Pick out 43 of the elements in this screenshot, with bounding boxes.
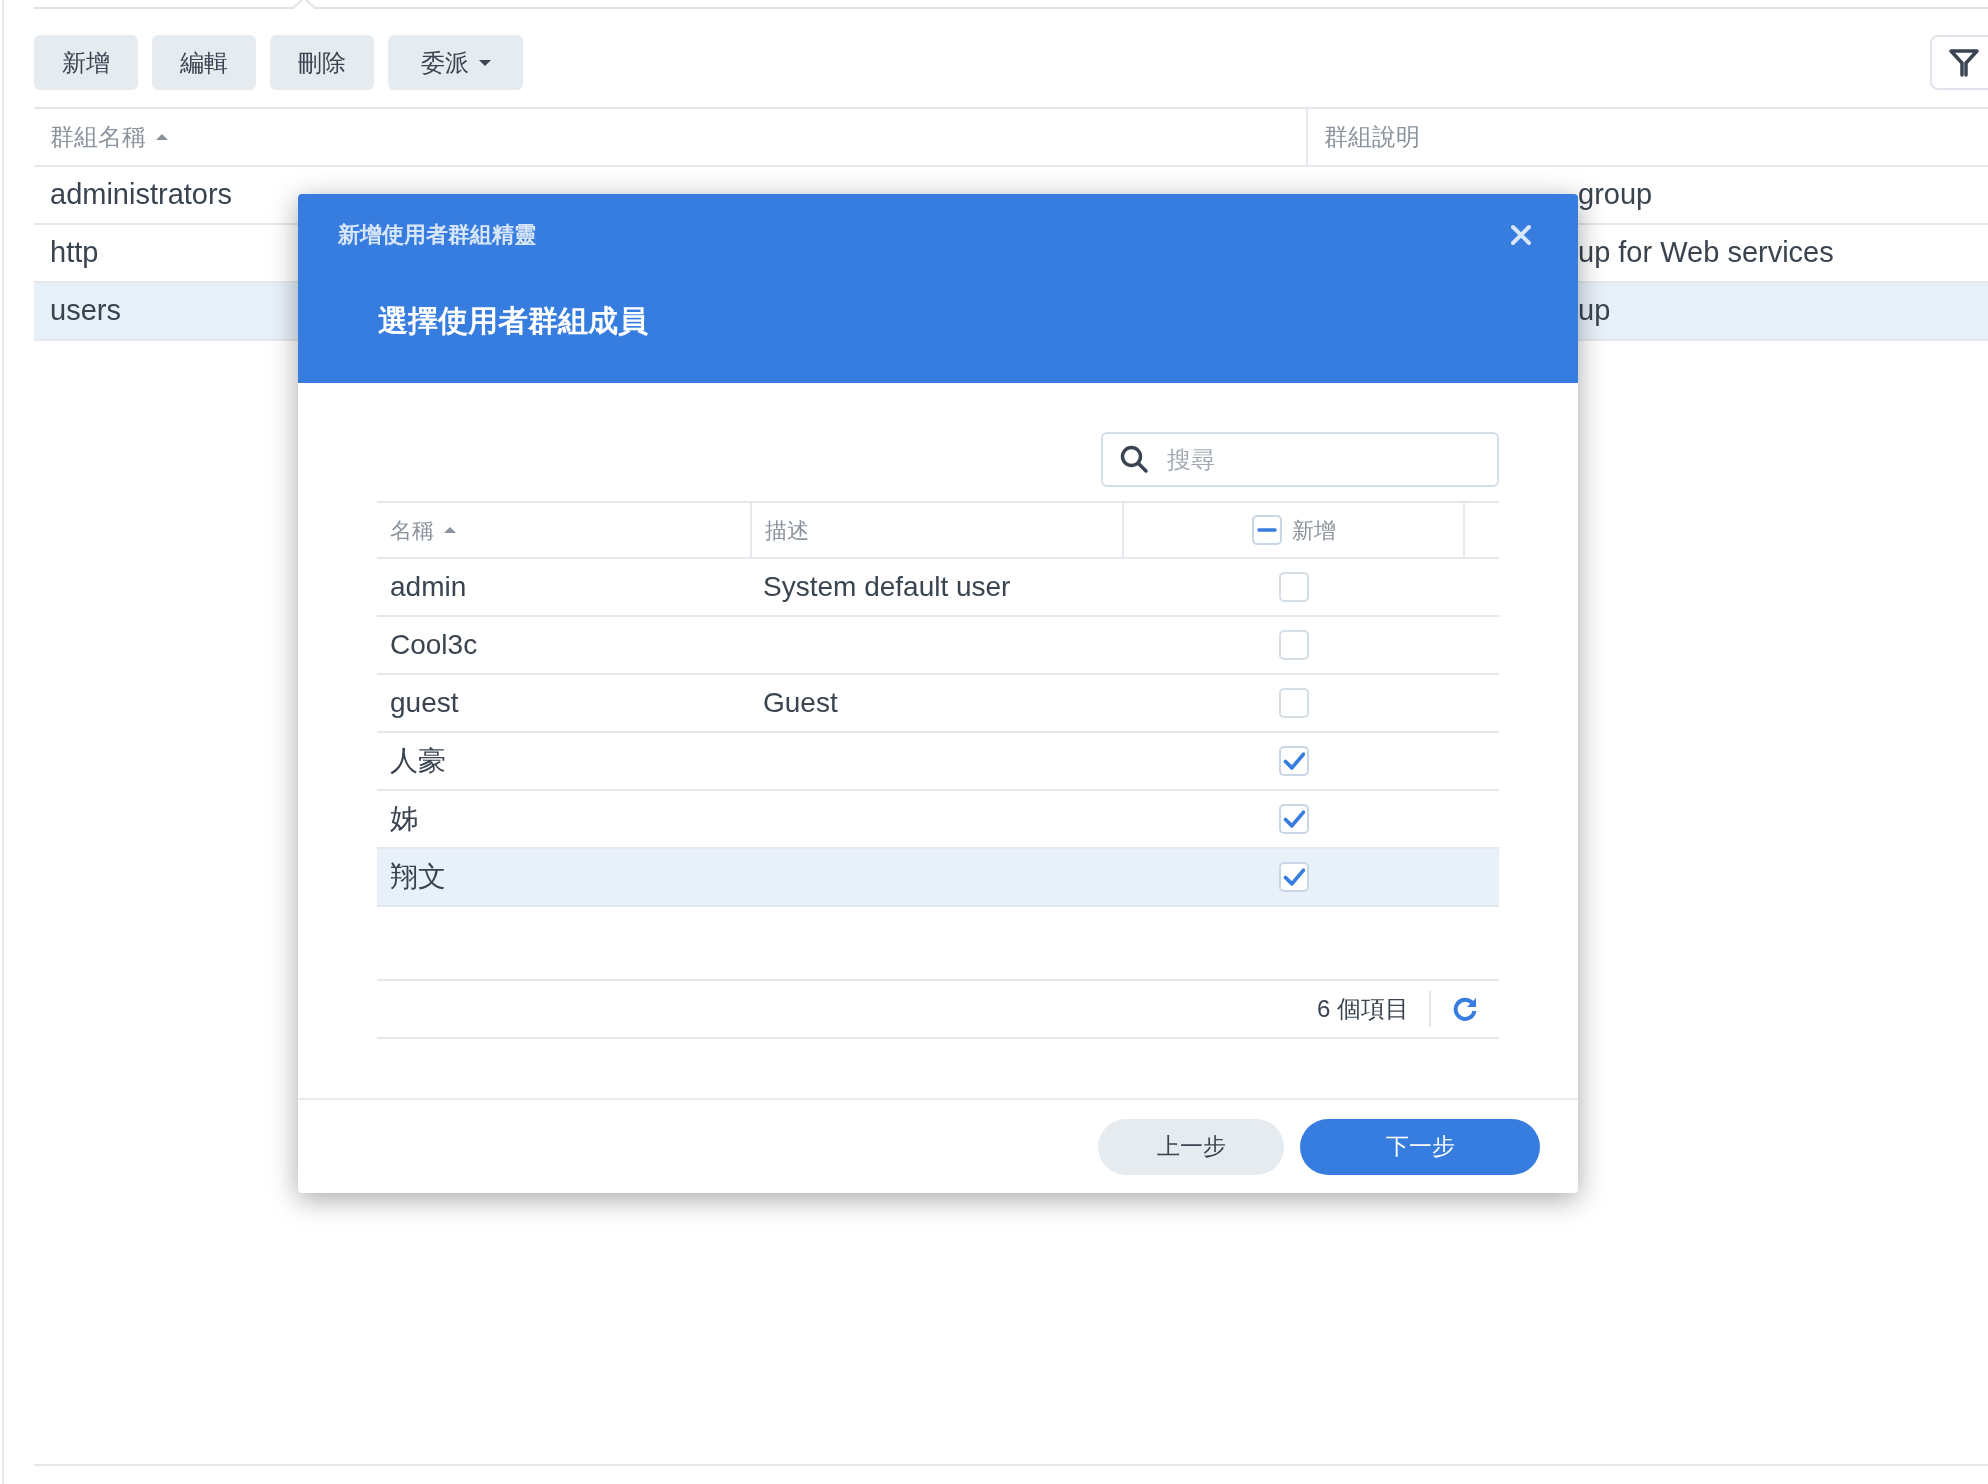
table-cell-text: up bbox=[1578, 293, 1611, 329]
table-cell: guest bbox=[390, 687, 459, 718]
wizard-title: 新增使用者群組精靈 bbox=[338, 221, 536, 249]
table-cell: 人豪 bbox=[390, 745, 446, 776]
next-button[interactable]: 下一步 bbox=[1300, 1118, 1540, 1175]
search-field[interactable]: 搜尋 bbox=[1101, 432, 1499, 487]
dash-icon bbox=[1256, 528, 1277, 532]
dialog-title: 選擇使用者群組成員 bbox=[378, 303, 648, 339]
toolbar-button[interactable]: 新增 bbox=[34, 35, 138, 90]
filter-button[interactable] bbox=[1930, 35, 1988, 90]
search-icon bbox=[1119, 444, 1149, 474]
checkbox[interactable] bbox=[1278, 746, 1309, 776]
table-cell-text: group bbox=[1578, 177, 1653, 213]
refresh-button[interactable] bbox=[1451, 995, 1479, 1023]
caret-icon bbox=[478, 58, 491, 67]
item-count: 6 個項目 bbox=[1317, 994, 1409, 1024]
table-cell-text: http bbox=[50, 235, 99, 271]
checkbox[interactable] bbox=[1278, 572, 1309, 602]
table-cell: admin bbox=[390, 571, 467, 602]
toolbar-button[interactable]: 委派 bbox=[388, 35, 523, 90]
table-cell: Guest bbox=[763, 687, 838, 718]
checkbox[interactable] bbox=[1278, 688, 1309, 718]
check-icon bbox=[1282, 810, 1305, 828]
filter-icon bbox=[1948, 46, 1980, 79]
table-cell-text: users bbox=[50, 293, 121, 329]
table-cell-text: administrators bbox=[50, 177, 233, 213]
toolbar-button[interactable]: 刪除 bbox=[270, 35, 374, 90]
table-cell: System default user bbox=[763, 571, 1011, 602]
checkbox[interactable] bbox=[1278, 804, 1309, 834]
table-cell-text: up for Web services bbox=[1578, 235, 1834, 271]
check-icon bbox=[1282, 868, 1305, 886]
check-icon bbox=[1282, 752, 1305, 770]
table-cell: Cool3c bbox=[390, 629, 478, 660]
table-cell: 姊 bbox=[390, 803, 418, 834]
back-button[interactable]: 上一步 bbox=[1098, 1118, 1284, 1175]
checkbox[interactable] bbox=[1278, 862, 1309, 892]
checkbox[interactable] bbox=[1278, 630, 1309, 660]
toolbar-button[interactable]: 編輯 bbox=[152, 35, 256, 90]
checkbox[interactable] bbox=[1251, 515, 1282, 545]
table-cell: 翔文 bbox=[390, 861, 446, 892]
close-icon bbox=[1510, 224, 1532, 246]
refresh-icon bbox=[1452, 996, 1478, 1022]
table-row[interactable]: 翔文 bbox=[377, 849, 1499, 907]
